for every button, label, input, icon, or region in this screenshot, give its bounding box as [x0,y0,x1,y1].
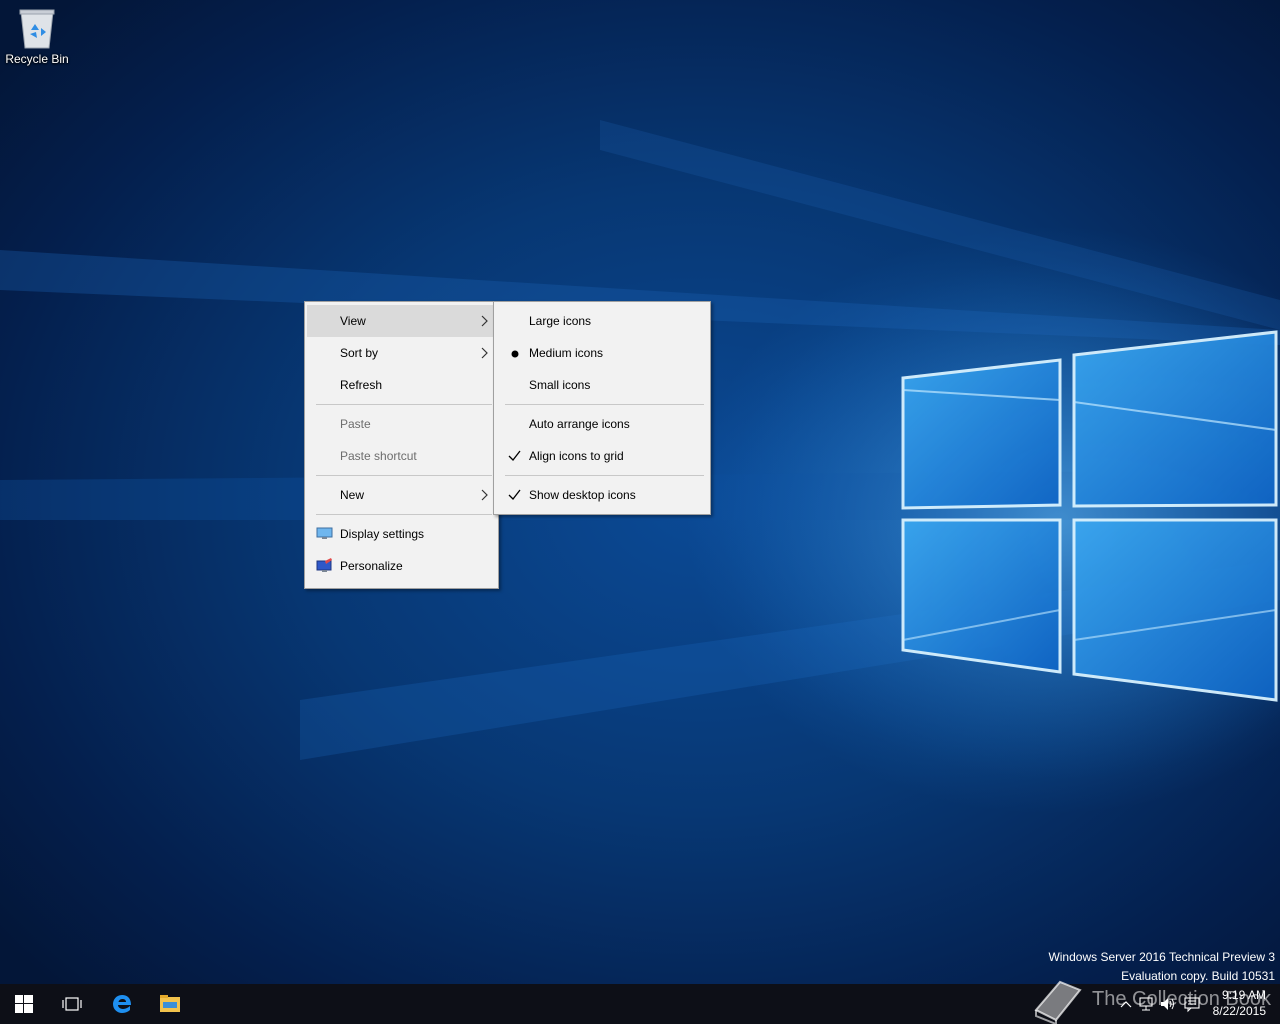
menu-item-display-settings[interactable]: Display settings [307,518,496,550]
display-icon [316,527,333,539]
checkmark-icon [508,489,521,500]
personalize-icon [316,558,332,572]
desktop-context-menu: View Sort by Refresh Paste Paste shortcu… [304,301,499,589]
task-view-button[interactable] [48,984,96,1024]
volume-icon[interactable] [1160,995,1176,1013]
menu-item-view[interactable]: View [307,305,496,337]
menu-item-refresh[interactable]: Refresh [307,369,496,401]
network-icon[interactable] [1138,995,1154,1013]
menu-separator [316,404,492,405]
menu-separator [316,514,492,515]
menu-item-label: Display settings [340,527,425,541]
menu-item-label: View [340,314,366,328]
watermark-line-1: Windows Server 2016 Technical Preview 3 [1048,950,1275,964]
menu-item-sort-by[interactable]: Sort by [307,337,496,369]
start-button[interactable] [0,984,48,1024]
menu-item-label: Refresh [340,378,383,392]
menu-item-label: Paste shortcut [340,449,417,463]
menu-separator [505,404,704,405]
menu-item-label: Show desktop icons [529,488,636,502]
recycle-bin-shortcut[interactable]: Recycle Bin [4,6,70,76]
recycle-bin-label: Recycle Bin [5,52,69,66]
task-view-icon [62,997,82,1011]
menu-item-label: Large icons [529,314,592,328]
menu-item-small-icons[interactable]: Small icons [496,369,708,401]
start-icon [15,995,33,1013]
menu-item-label: Auto arrange icons [529,417,630,431]
menu-item-personalize[interactable]: Personalize [307,550,496,582]
edge-icon [113,995,131,1013]
view-submenu: Large icons Medium icons Small icons Aut… [493,301,711,515]
checkmark-icon [508,450,521,461]
chevron-right-icon [481,347,488,359]
menu-item-show-desktop-icons[interactable]: Show desktop icons [496,479,708,511]
menu-item-label: Align icons to grid [529,449,624,463]
menu-item-new[interactable]: New [307,479,496,511]
menu-separator [316,475,492,476]
radio-dot-icon [511,350,519,358]
menu-item-label: New [340,488,365,502]
menu-item-label: Personalize [340,559,403,573]
menu-item-auto-arrange[interactable]: Auto arrange icons [496,408,708,440]
chevron-right-icon [481,489,488,501]
menu-item-label: Medium icons [529,346,604,360]
file-explorer-icon [160,995,180,1012]
menu-separator [505,475,704,476]
edge-button[interactable] [98,984,146,1024]
menu-item-large-icons[interactable]: Large icons [496,305,708,337]
chevron-right-icon [481,315,488,327]
file-explorer-button[interactable] [146,984,194,1024]
menu-item-paste[interactable]: Paste [307,408,496,440]
menu-item-align-to-grid[interactable]: Align icons to grid [496,440,708,472]
chevron-up-icon[interactable] [1118,995,1134,1013]
taskbar: 9:19 AM 8/22/2015 [0,984,1280,1024]
action-center-icon[interactable] [1184,995,1200,1013]
menu-item-label: Sort by [340,346,379,360]
system-tray: 9:19 AM 8/22/2015 [1104,984,1280,1024]
menu-item-medium-icons[interactable]: Medium icons [496,337,708,369]
evaluation-watermark: Windows Server 2016 Technical Preview 3 … [1048,948,1275,986]
recycle-bin-icon [19,9,55,49]
clock-date: 8/22/2015 [1212,1004,1266,1018]
menu-item-label: Paste [340,417,371,431]
taskbar-clock[interactable]: 9:19 AM 8/22/2015 [1213,987,1266,1019]
menu-item-paste-shortcut[interactable]: Paste shortcut [307,440,496,472]
menu-item-label: Small icons [529,378,591,392]
clock-time: 9:19 AM [1221,988,1266,1002]
